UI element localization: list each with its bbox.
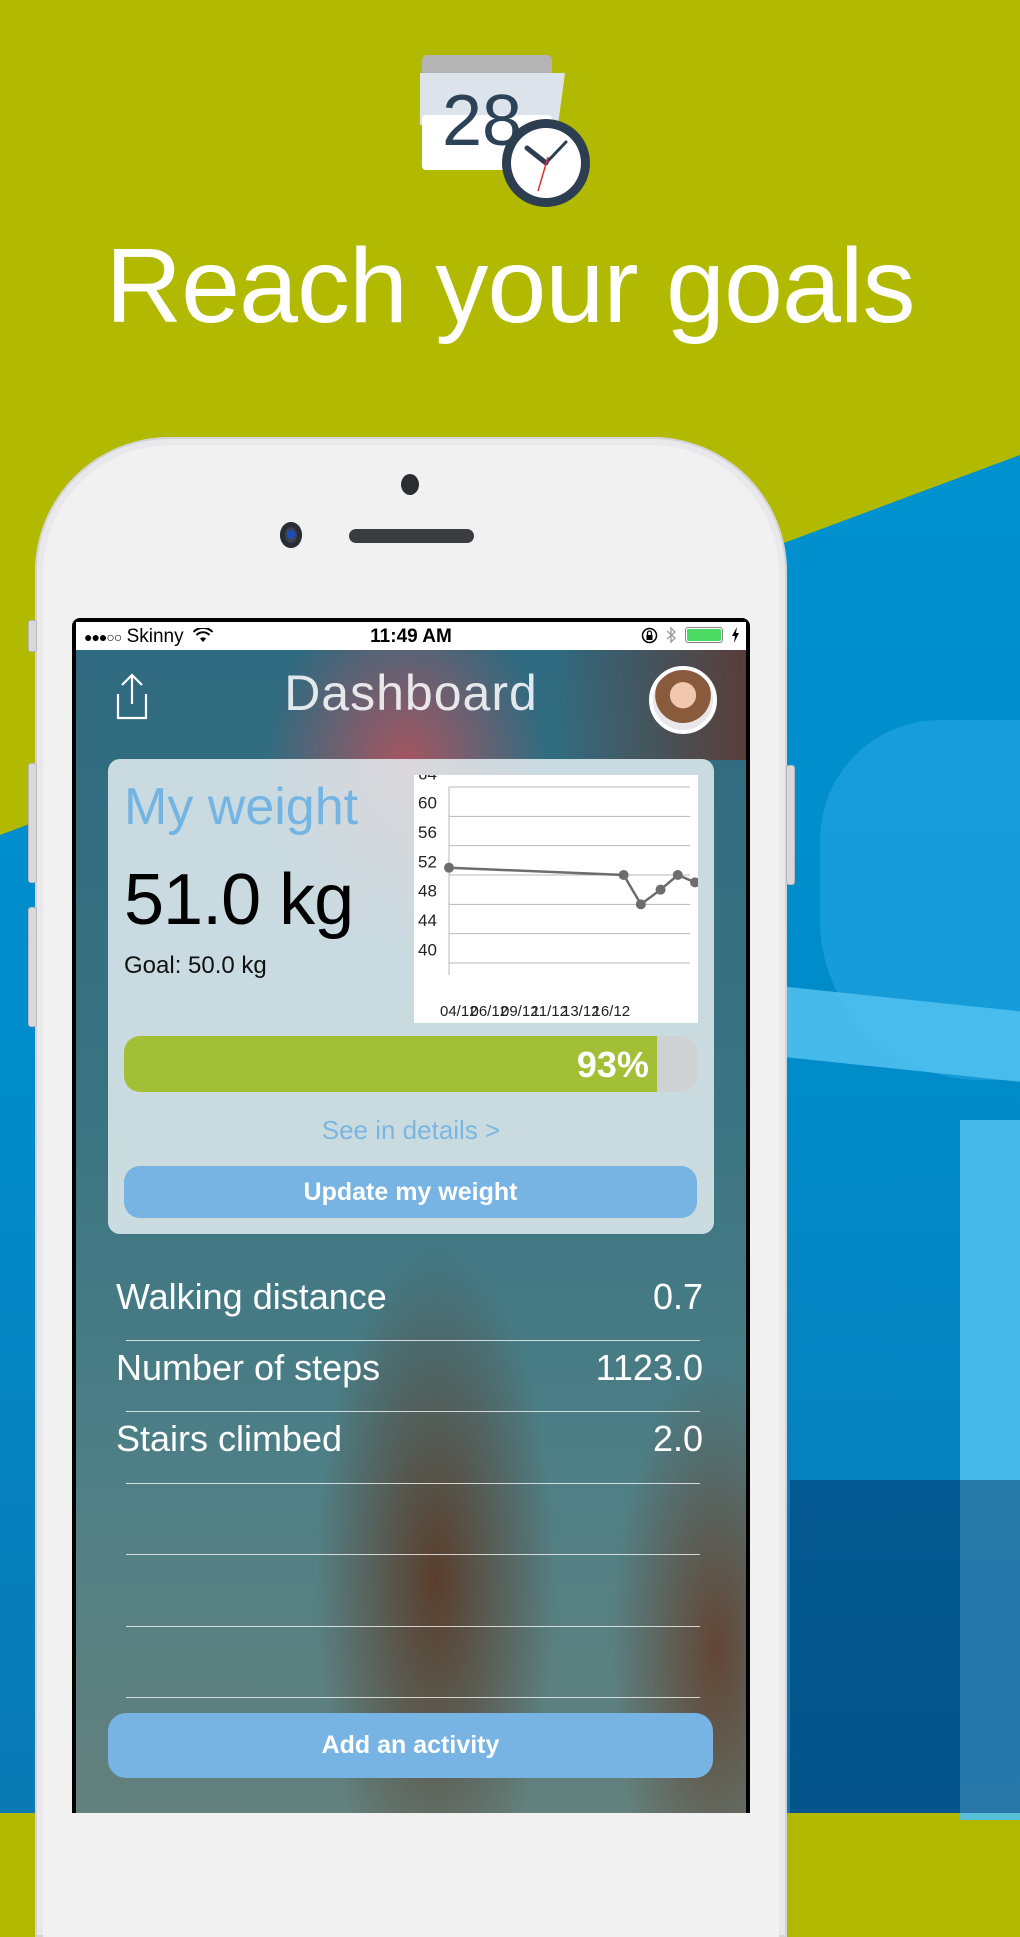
weight-chart[interactable]: 6460565248444004/1206/1209/1211/1213/121…: [414, 775, 698, 1023]
chart-y-tick-label: 44: [418, 911, 437, 930]
chart-data-point: [690, 877, 698, 888]
orientation-lock-icon: [641, 627, 658, 643]
calendar-clock-icon: 28: [420, 55, 590, 207]
status-icons: [641, 626, 740, 644]
stat-value: 1123.0: [595, 1347, 703, 1388]
update-weight-button[interactable]: Update my weight: [124, 1166, 697, 1218]
mute-switch: [28, 620, 37, 652]
list-separator: [126, 1626, 700, 1627]
status-bar: ●●●○○ Skinny 11:49 AM: [76, 622, 746, 650]
stat-row-stairs-climbed[interactable]: Stairs climbed 2.0: [116, 1412, 713, 1483]
list-separator: [126, 1554, 700, 1555]
chart-y-tick-label: 56: [418, 823, 437, 842]
weight-card-title: My weight: [124, 778, 359, 836]
avatar[interactable]: [649, 666, 717, 734]
chart-data-point: [444, 862, 454, 873]
proximity-sensor: [401, 474, 419, 495]
phone-screen: ●●●○○ Skinny 11:49 AM Dashboard My weigh…: [72, 618, 750, 1813]
weight-card: My weight 51.0 kg Goal: 50.0 kg 64 60 56 52…: [108, 759, 714, 1234]
dashboard-screen: Dashboard My weight 51.0 kg Goal: 50.0 k…: [76, 650, 746, 1813]
goal-progress-label: 93%: [576, 1044, 649, 1085]
goal-weight: Goal: 50.0 kg: [124, 952, 267, 979]
stat-value: 0.7: [652, 1276, 703, 1317]
charging-icon: [732, 627, 739, 643]
current-weight: 51.0 kg: [124, 860, 354, 940]
see-details-link[interactable]: See in details >: [108, 1115, 714, 1146]
promo-headline: Reach your goals: [105, 227, 916, 345]
front-camera: [280, 522, 302, 548]
chart-y-tick-label: 60: [418, 794, 437, 813]
add-activity-button[interactable]: Add an activity: [108, 1713, 713, 1778]
list-separator: [126, 1483, 700, 1484]
stat-label: Walking distance: [116, 1276, 387, 1317]
stat-label: Stairs climbed: [116, 1418, 343, 1459]
earpiece-speaker: [349, 529, 474, 543]
list-separator: [126, 1697, 700, 1698]
goal-progress-bar: 93%: [124, 1036, 697, 1092]
chart-x-tick-label: 16/12: [593, 1003, 631, 1020]
chart-data-point: [635, 899, 646, 910]
stat-row-number-of-steps[interactable]: Number of steps 1123.0: [116, 1341, 713, 1412]
stat-row-walking-distance[interactable]: Walking distance 0.7: [116, 1270, 713, 1341]
volume-up-button: [28, 763, 37, 883]
chart-y-tick-label: 48: [418, 882, 437, 901]
chart-y-tick-label: 40: [418, 940, 437, 959]
page-title: Dashboard: [284, 665, 538, 721]
bluetooth-icon: [666, 626, 676, 644]
power-button: [786, 765, 795, 885]
stat-label: Number of steps: [116, 1347, 381, 1388]
stat-value: 2.0: [652, 1418, 703, 1459]
chart-y-tick-label: 64: [418, 775, 437, 783]
chart-data-point: [655, 884, 666, 895]
weight-chart-svg: 6460565248444004/1206/1209/1211/1213/121…: [418, 775, 698, 1020]
chart-y-tick-label: 52: [418, 852, 437, 871]
chart-data-point: [672, 870, 683, 880]
battery-icon: [685, 627, 723, 643]
chart-data-point: [618, 870, 629, 880]
volume-down-button: [28, 907, 37, 1027]
background-photo-shadow: [790, 1480, 1020, 1813]
